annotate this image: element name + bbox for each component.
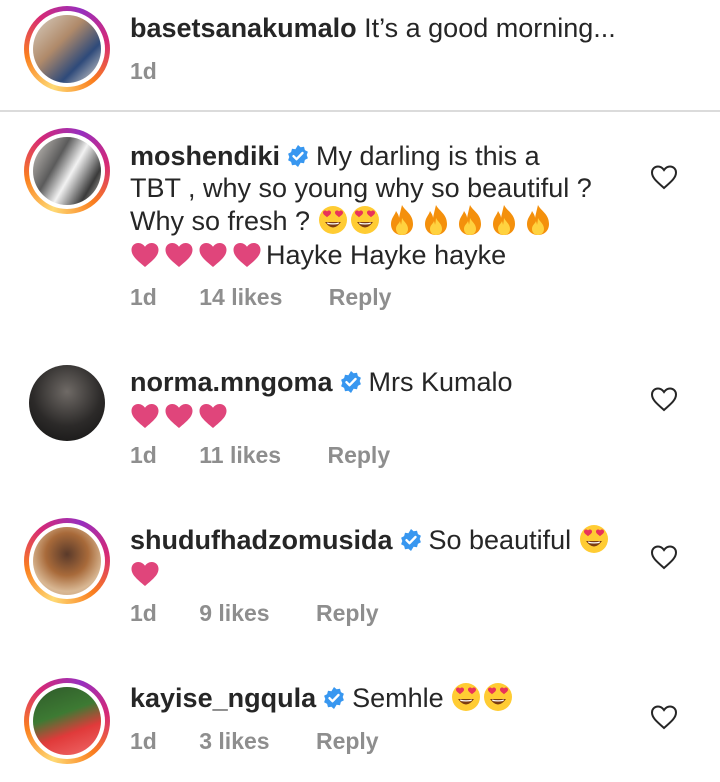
caption-text: It’s a good morning... [364,13,616,43]
timestamp: 1d [130,728,157,754]
fire-emoji [491,204,517,236]
heart-outline-icon[interactable] [650,704,678,730]
fire-emoji [423,204,449,236]
fire-emoji [457,204,483,236]
red-heart-emoji [164,402,194,430]
heart-outline-icon[interactable] [650,544,678,570]
red-heart-emoji [130,241,160,269]
red-heart-emoji [198,241,228,269]
likes-count[interactable]: 9 likes [199,600,269,626]
comment-text: kayise_ngqula Semhle [130,682,630,714]
fire-emoji [389,204,415,236]
verified-badge-icon [286,144,310,168]
heart-outline-icon[interactable] [650,386,678,412]
heart-outline-icon[interactable] [650,164,678,190]
comment-text-line: My darling is this a [316,141,540,171]
likes-count[interactable]: 14 likes [199,284,282,310]
red-heart-emoji [198,402,228,430]
red-heart-emoji [232,241,262,269]
username[interactable]: kayise_ngqula [130,683,316,713]
comment: shudufhadzomusida So beautiful 1d 9 likes… [0,518,720,638]
reply-button[interactable]: Reply [329,284,392,310]
verified-badge-icon [322,686,346,710]
timestamp: 1d [130,284,157,310]
verified-badge-icon [339,370,363,394]
comment-meta: 1d [130,58,193,85]
avatar[interactable] [24,678,110,764]
heart-eyes-emoji [318,205,348,235]
avatar[interactable] [24,360,110,446]
post-caption: basetsanakumalo It’s a good morning... 1… [0,0,720,110]
comment-text: norma.mngoma Mrs Kumalo [130,366,630,432]
comment-text-line: TBT , why so young why so beautiful ? [130,173,592,203]
verified-badge-icon [399,528,423,552]
username[interactable]: norma.mngoma [130,367,333,397]
timestamp: 1d [130,58,157,84]
reply-button[interactable]: Reply [316,600,379,626]
heart-eyes-emoji [483,682,513,712]
comment-meta: 1d 14 likes Reply [130,284,427,311]
heart-eyes-emoji [579,524,609,554]
fire-emoji [525,204,551,236]
comment-text: shudufhadzomusida So beautiful [130,524,630,590]
divider [0,110,720,112]
timestamp: 1d [130,600,157,626]
heart-eyes-emoji [451,682,481,712]
username[interactable]: shudufhadzomusida [130,525,393,555]
comment-text-line: Semhle [352,683,444,713]
comment-text-line: So beautiful [428,525,572,555]
comment-meta: 1d 9 likes Reply [130,600,415,627]
comment-meta: 1d 3 likes Reply [130,728,415,755]
comment: norma.mngoma Mrs Kumalo 1d 11 likes Reply [0,360,720,480]
red-heart-emoji [130,402,160,430]
reply-button[interactable]: Reply [327,442,390,468]
likes-count[interactable]: 11 likes [199,442,281,468]
comment: moshendiki My darling is this a TBT , why… [0,128,720,328]
comment-text: moshendiki My darling is this a TBT , why… [130,140,630,271]
comment-text-line: Why so fresh ? [130,206,311,236]
reply-button[interactable]: Reply [316,728,379,754]
comment-meta: 1d 11 likes Reply [130,442,426,469]
avatar[interactable] [24,6,110,92]
red-heart-emoji [130,560,160,588]
username[interactable]: basetsanakumalo [130,13,357,43]
avatar[interactable] [24,518,110,604]
likes-count[interactable]: 3 likes [199,728,269,754]
red-heart-emoji [164,241,194,269]
comment-text-line: Hayke Hayke hayke [266,240,507,270]
timestamp: 1d [130,442,157,468]
heart-eyes-emoji [350,205,380,235]
comment: kayise_ngqula Semhle 1d 3 likes Reply [0,678,720,782]
comment-text-line: Mrs Kumalo [368,367,513,397]
username[interactable]: moshendiki [130,141,280,171]
avatar[interactable] [24,128,110,214]
